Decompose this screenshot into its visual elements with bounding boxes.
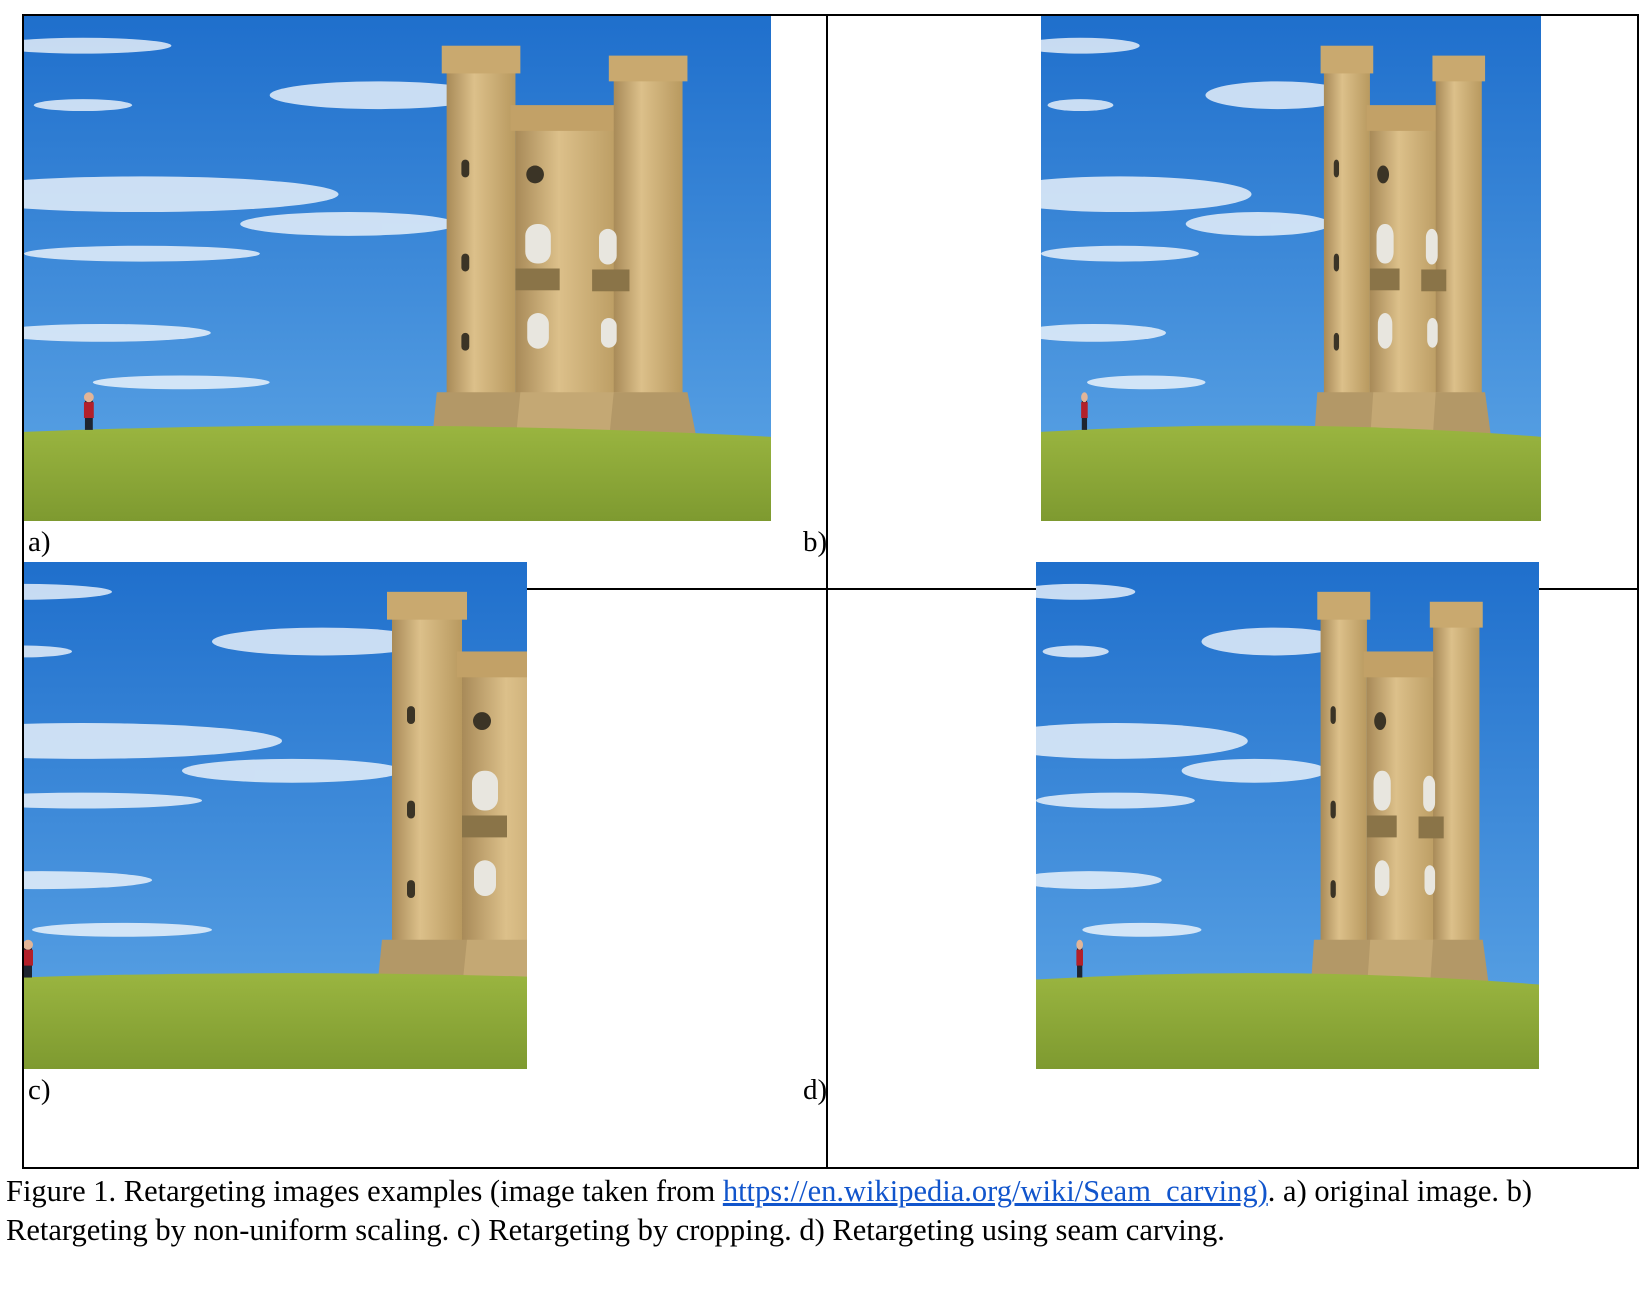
- figure-caption: Figure 1. Retargeting images examples (i…: [6, 1172, 1626, 1250]
- caption-prefix: Figure 1. Retargeting images examples (i…: [6, 1174, 723, 1208]
- panel-label-d: d): [803, 1074, 828, 1106]
- panel-label-a: a): [28, 526, 51, 558]
- cropped-image: [24, 562, 527, 1069]
- caption-link[interactable]: https://en.wikipedia.org/wiki/Seam_carvi…: [723, 1174, 1268, 1208]
- scaled-image: [1041, 16, 1541, 521]
- panel-label-b: b): [803, 526, 828, 558]
- panel-label-c: c): [28, 1074, 51, 1106]
- seam-carved-image: [1036, 562, 1539, 1069]
- figure-table: a) b) c) d): [22, 14, 1639, 1169]
- table-divider-vertical: [826, 16, 828, 1167]
- original-image: [24, 16, 771, 521]
